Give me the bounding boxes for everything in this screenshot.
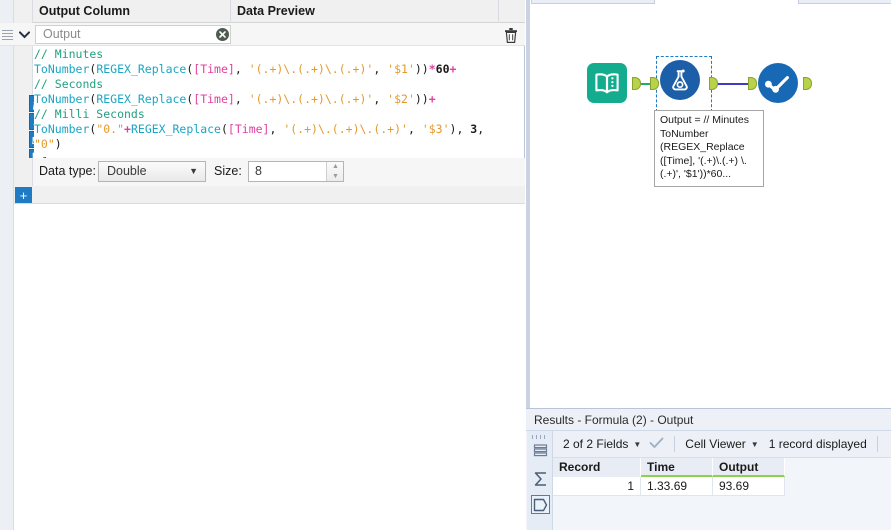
toolbar-fragment-right	[798, 0, 891, 4]
config-column-header: Output Column Data Preview	[0, 0, 525, 23]
column-header-tail	[499, 0, 525, 23]
input-data-tool[interactable]	[587, 63, 629, 105]
browse-tool-input-port[interactable]	[748, 77, 757, 90]
data-type-row: Data type: Double ▼ Size: 8 ▲ ▼	[0, 158, 525, 186]
formula-code-editor[interactable]: // Minutes ToNumber(REGEX_Replace([Time]…	[34, 47, 506, 157]
trash-icon[interactable]	[503, 27, 519, 44]
add-output-column-button[interactable]: +	[15, 187, 32, 203]
add-row-gutter	[0, 186, 14, 204]
add-column-row: +	[0, 186, 525, 204]
quantity-stepper[interactable]: ▲ ▼	[326, 162, 343, 181]
results-toolbar: 2 of 2 Fields ▼ Cell Viewer ▼ 1 record d…	[553, 431, 891, 458]
chevron-down-icon[interactable]	[15, 24, 33, 45]
column-header-output[interactable]: Output	[713, 458, 785, 477]
formula-tool-output-port[interactable]	[709, 77, 718, 90]
size-value: 8	[255, 164, 262, 178]
chart-check-icon	[758, 63, 798, 103]
data-type-select[interactable]: Double ▼	[98, 161, 206, 182]
rail-drag-dots-icon[interactable]	[532, 435, 548, 439]
chevron-down-icon[interactable]: ▼	[633, 440, 641, 449]
code-comment-milliseconds: // Milli Seconds	[34, 107, 145, 121]
config-empty-gutter	[0, 204, 14, 530]
results-title: Results - Formula (2) - Output	[526, 409, 891, 431]
fields-count-label[interactable]: 2 of 2 Fields	[563, 437, 628, 451]
datatype-gutter-icons	[14, 158, 33, 186]
code-line-tail: "0")	[34, 137, 62, 151]
clear-circle-icon[interactable]	[216, 28, 229, 41]
grid-icon[interactable]	[531, 441, 550, 460]
record-count-label: 1 record displayed	[768, 437, 867, 451]
formula-tool[interactable]	[660, 60, 708, 108]
header-gutter-left	[0, 0, 14, 23]
data-type-label: Data type:	[39, 164, 96, 178]
column-header-time[interactable]: Time	[641, 458, 713, 477]
chevron-down-icon: ▼	[189, 166, 198, 176]
results-panel: Results - Formula (2) - Output 2 of 2 Fi…	[526, 408, 891, 530]
column-header-record[interactable]: Record	[553, 458, 641, 477]
stepper-down-icon[interactable]: ▼	[327, 172, 344, 181]
code-line-seconds: ToNumber(REGEX_Replace([Time], '(.+)\.(.…	[34, 92, 436, 106]
browse-tool-output-port[interactable]	[803, 77, 812, 90]
size-input[interactable]: 8 ▲ ▼	[248, 161, 344, 182]
flask-icon	[660, 60, 700, 100]
browse-tool[interactable]	[758, 63, 800, 105]
formula-config-panel: Output Column Data Preview Output 93.69	[0, 0, 525, 530]
code-line-minutes: ToNumber(REGEX_Replace([Time], '(.+)\.(.…	[34, 62, 457, 76]
canvas-left-edge	[526, 0, 530, 408]
output-column-name-input[interactable]: Output	[35, 25, 231, 44]
cell-time[interactable]: 1.33.69	[641, 477, 713, 496]
cell-record[interactable]: 1	[553, 477, 641, 496]
code-line-milliseconds: ToNumber("0."+REGEX_Replace([Time], '(.+…	[34, 122, 485, 136]
workflow-canvas[interactable]: Output = // Minutes ToNumber (REGEX_Repl…	[526, 0, 891, 408]
checkmark-icon[interactable]	[649, 437, 664, 452]
output-column-row: Output 93.69	[0, 23, 525, 64]
toolbar-divider	[674, 436, 676, 452]
datatype-gutter-left	[0, 158, 14, 186]
chevron-down-icon[interactable]: ▼	[751, 440, 759, 449]
toolbar-divider	[876, 436, 878, 452]
header-gutter-icons	[14, 0, 33, 23]
input-tool-output-port[interactable]	[632, 77, 641, 90]
config-empty-area	[0, 204, 525, 530]
results-side-rail	[527, 431, 553, 530]
cell-output[interactable]: 93.69	[713, 477, 785, 496]
data-type-value: Double	[107, 164, 147, 178]
size-label: Size:	[214, 164, 242, 178]
drag-grip-icon[interactable]	[2, 28, 13, 40]
code-comment-seconds: // Seconds	[34, 77, 104, 91]
grid-empty-area	[785, 458, 891, 496]
metadata-icon[interactable]	[531, 495, 550, 514]
cell-viewer-label[interactable]: Cell Viewer	[685, 437, 745, 451]
results-grid: Record Time Output 1 1.33.69 93.69	[553, 458, 891, 530]
formula-tool-tooltip: Output = // Minutes ToNumber (REGEX_Repl…	[654, 110, 764, 187]
formula-tool-input-port[interactable]	[650, 77, 659, 90]
toolbar-fragment-left	[531, 0, 655, 4]
connection-formula-to-browse[interactable]	[717, 83, 750, 85]
code-comment-minutes: // Minutes	[34, 47, 104, 61]
column-header-output-column: Output Column	[33, 0, 231, 23]
sigma-icon[interactable]	[531, 469, 550, 488]
column-header-data-preview: Data Preview	[231, 0, 499, 23]
book-icon	[587, 63, 627, 103]
